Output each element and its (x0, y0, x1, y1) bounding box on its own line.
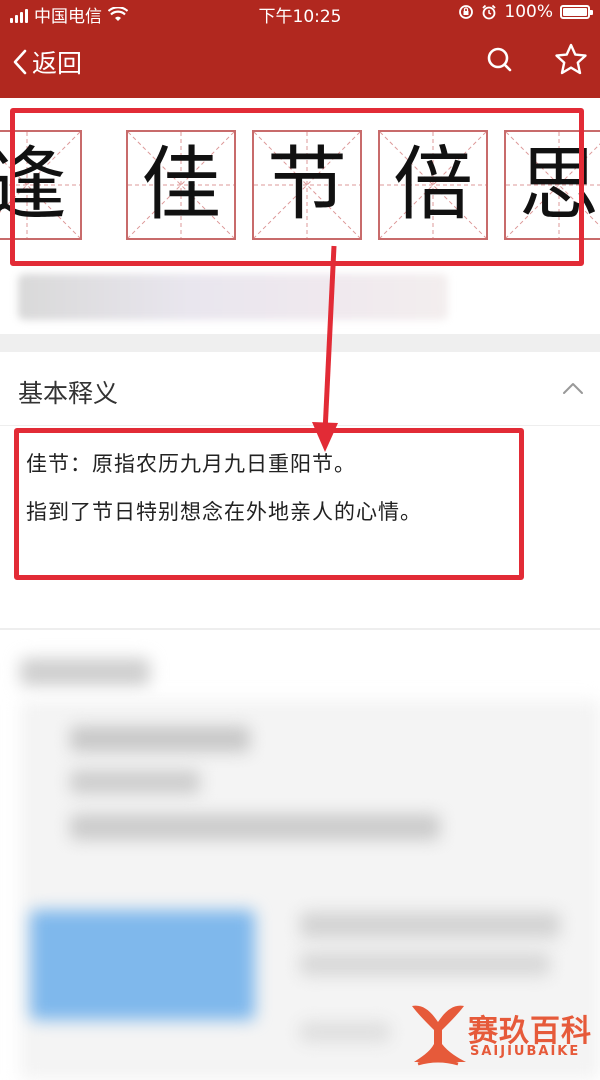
title-area: 逢 佳 节 倍 思 (0, 98, 600, 334)
back-label: 返回 (32, 49, 83, 78)
battery-icon (560, 5, 593, 19)
character-glyph: 佳 (141, 138, 221, 231)
blurred-line (70, 726, 250, 752)
status-bar: 中国电信 下午10:25 100% (0, 0, 600, 27)
character-cell: 佳 (126, 130, 236, 240)
blurred-line (70, 770, 200, 794)
character-glyph: 思 (519, 138, 599, 231)
character-glyph: 逢 (0, 138, 67, 231)
character-cell: 节 (252, 130, 362, 240)
whale-tail-logo (412, 1005, 466, 1066)
basic-meaning-header[interactable]: 基本释义 (0, 352, 600, 426)
definition-content: 佳节：原指农历九月九日重阳节。 指到了节日特别想念在外地亲人的心情。 (0, 426, 600, 626)
definition-line: 佳节：原指农历九月九日重阳节。 (26, 452, 356, 476)
character-cell: 思 (504, 130, 600, 240)
character-cell: 逢 (0, 130, 82, 240)
star-icon[interactable] (553, 42, 589, 78)
back-button[interactable]: 返回 (12, 44, 82, 80)
blurred-line (70, 814, 440, 840)
character-glyph: 倍 (393, 138, 473, 231)
chevron-up-icon[interactable] (560, 376, 586, 402)
battery-percent: 100% (504, 2, 553, 22)
definition-line: 指到了节日特别想念在外地亲人的心情。 (26, 500, 422, 524)
orientation-lock-icon (459, 5, 474, 19)
section-title: 基本释义 (18, 379, 119, 408)
section-divider (0, 334, 600, 352)
status-right: 100% (458, 2, 593, 22)
nav-bar: 返回 (0, 24, 600, 98)
alarm-icon (482, 4, 497, 20)
blurred-image (30, 910, 255, 1020)
chevron-left-icon (13, 49, 27, 75)
blurred-line (300, 1022, 390, 1042)
watermark-latin: SAIJIUBAIKE (470, 1044, 581, 1059)
search-icon[interactable] (482, 42, 518, 78)
watermark: 赛玖百科 SAIJIUBAIKE (408, 1000, 598, 1072)
pinyin-blurred (18, 274, 448, 320)
character-cell: 倍 (378, 130, 488, 240)
blurred-line (300, 952, 550, 976)
blurred-heading (20, 658, 150, 686)
blurred-line (300, 912, 560, 938)
character-glyph: 节 (267, 138, 347, 231)
